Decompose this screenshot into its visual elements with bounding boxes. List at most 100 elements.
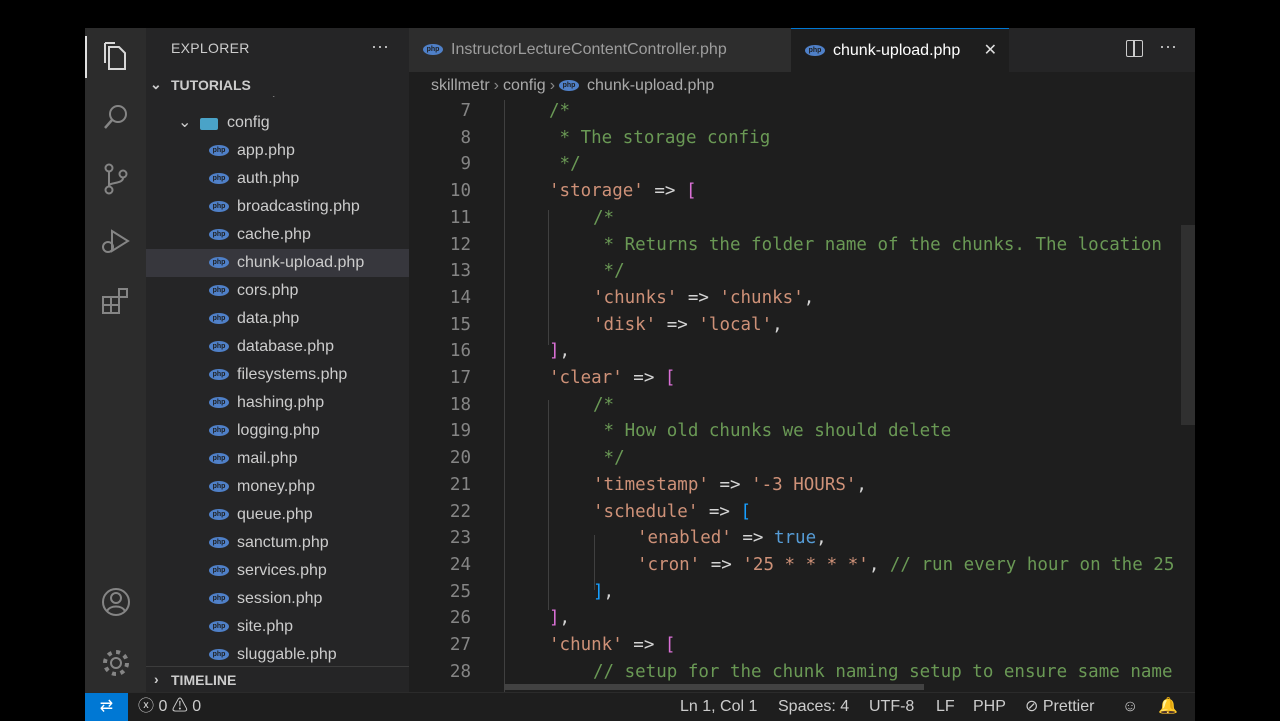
timeline-label: TIMELINE (171, 672, 237, 688)
end-of-line[interactable]: LF (936, 693, 955, 721)
indentation[interactable]: Spaces: 4 (778, 693, 849, 721)
tree-file-item[interactable]: php database.php (146, 333, 409, 361)
code-line: 21 'timestamp' => '-3 HOURS', (409, 472, 1195, 499)
file-label: app.php (237, 142, 295, 159)
php-file-icon: php (209, 537, 229, 548)
search-icon[interactable] (85, 92, 146, 142)
file-label: cache.php (237, 226, 311, 243)
line-number: 20 (449, 448, 471, 469)
encoding[interactable]: UTF-8 (869, 693, 914, 721)
code-line: 13 */ (409, 258, 1195, 285)
tree-file-item[interactable]: php hashing.php (146, 389, 409, 417)
tab-instructor-controller[interactable]: php InstructorLectureContentController.ph… (409, 28, 791, 72)
code-text: /* (593, 394, 615, 415)
code-text: 'schedule' => [ (593, 501, 752, 522)
code-line: 7 /* (409, 100, 1195, 125)
code-text: 'chunks' => 'chunks', (593, 287, 815, 308)
file-label: broadcasting.php (237, 198, 360, 215)
tree-file-item[interactable]: php sluggable.php (146, 641, 409, 669)
line-number: 28 (449, 661, 471, 682)
timeline-section[interactable]: › TIMELINE (146, 666, 409, 692)
tree-file-item[interactable]: php mail.php (146, 445, 409, 473)
problems-indicator[interactable]: ⓧ 0 ⚠ 0 (138, 693, 201, 721)
code-text: ], (593, 581, 615, 602)
php-file-icon: php (209, 369, 229, 380)
run-debug-icon[interactable] (85, 216, 146, 266)
code-line: 27 'chunk' => [ (409, 632, 1195, 659)
tree-file-item[interactable]: php cache.php (146, 221, 409, 249)
tree-file-item[interactable]: php app.php (146, 137, 409, 165)
code-line: 24 'cron' => '25 * * * *', // run every h… (409, 552, 1195, 579)
line-number: 15 (449, 314, 471, 335)
breadcrumb-item[interactable]: chunk-upload.php (587, 77, 714, 94)
code-editor[interactable]: 7/* 8 * The storage config 9 */10'storage'… (409, 100, 1195, 692)
tree-file-item[interactable]: php broadcasting.php (146, 193, 409, 221)
tree-file-item[interactable]: php session.php (146, 585, 409, 613)
horizontal-scrollbar[interactable] (504, 684, 924, 690)
code-text: 'clear' => [ (549, 368, 676, 388)
php-file-icon: php (209, 285, 229, 296)
tree-file-item[interactable]: php queue.php (146, 501, 409, 529)
code-line: 19 * How old chunks we should delete (409, 418, 1195, 445)
line-number: 8 (460, 127, 471, 148)
vertical-scrollbar[interactable] (1181, 225, 1195, 425)
workspace-folder-header[interactable]: ⌄ TUTORIALS (146, 76, 409, 98)
code-text: /* (593, 207, 615, 228)
feedback-icon[interactable]: ☺ (1122, 693, 1138, 721)
code-text: 'storage' => [ (549, 181, 697, 202)
chevron-right-icon: › (154, 671, 159, 687)
tab-chunk-upload[interactable]: php chunk-upload.php ✕ (791, 28, 1009, 73)
tree-file-item[interactable]: php sanctum.php (146, 529, 409, 557)
accounts-icon[interactable] (85, 577, 146, 627)
breadcrumb-item[interactable]: config (503, 77, 546, 94)
bell-icon[interactable]: 🔔 (1158, 693, 1178, 721)
more-actions-icon[interactable]: ··· (1159, 36, 1177, 57)
php-file-icon: php (209, 509, 229, 520)
gear-icon[interactable] (85, 638, 146, 688)
code-text: */ (593, 448, 625, 469)
tree-file-item[interactable]: php auth.php (146, 165, 409, 193)
php-file-icon: php (209, 621, 229, 632)
code-text: */ (549, 154, 581, 175)
cursor-position[interactable]: Ln 1, Col 1 (680, 693, 757, 721)
tree-folder-config[interactable]: ⌄ config (146, 109, 409, 137)
php-file-icon: php (209, 425, 229, 436)
line-number: 11 (449, 207, 471, 228)
code-line: 11 /* (409, 205, 1195, 232)
tree-file-item[interactable]: php data.php (146, 305, 409, 333)
tree-file-item[interactable]: php money.php (146, 473, 409, 501)
tree-file-item[interactable]: php chunk-upload.php (146, 249, 409, 277)
line-number: 23 (449, 528, 471, 549)
explorer-icon[interactable] (85, 32, 146, 82)
language-mode[interactable]: PHP (973, 693, 1006, 721)
close-icon[interactable]: ✕ (984, 29, 997, 73)
prettier-status[interactable]: ⊘ Prettier (1025, 693, 1094, 721)
error-icon: ⓧ (138, 698, 155, 715)
code-line: 25], (409, 579, 1195, 606)
file-label: auth.php (237, 170, 300, 187)
tree-file-item[interactable]: php services.php (146, 557, 409, 585)
remote-icon[interactable]: ⇄ (85, 693, 128, 721)
php-file-icon: php (209, 229, 229, 240)
source-control-icon[interactable] (85, 154, 146, 204)
file-label: mail.php (237, 450, 298, 467)
code-line: 15 'disk' => 'local', (409, 312, 1195, 339)
file-label: hashing.php (237, 394, 325, 411)
extensions-icon[interactable] (85, 276, 146, 326)
line-number: 25 (449, 581, 471, 602)
file-label: sluggable.php (237, 646, 337, 663)
file-label: queue.php (237, 506, 313, 523)
vscode-window: EXPLORER ··· ⌄ TUTORIALS bootstrap ⌄ con… (85, 28, 1195, 720)
breadcrumb-item[interactable]: skillmetr (431, 77, 490, 94)
split-editor-icon[interactable] (1126, 40, 1143, 57)
code-line: 28 // setup for the chunk naming setup to… (409, 659, 1195, 686)
tree-file-item[interactable]: php logging.php (146, 417, 409, 445)
tree-item-bootstrap[interactable]: bootstrap (146, 96, 409, 106)
tree-file-item[interactable]: php filesystems.php (146, 361, 409, 389)
tree-file-item[interactable]: php cors.php (146, 277, 409, 305)
line-number: 12 (449, 234, 471, 255)
code-text: ], (549, 341, 571, 362)
more-actions-icon[interactable]: ··· (371, 36, 389, 57)
tree-file-item[interactable]: php site.php (146, 613, 409, 641)
file-label: data.php (237, 310, 300, 327)
